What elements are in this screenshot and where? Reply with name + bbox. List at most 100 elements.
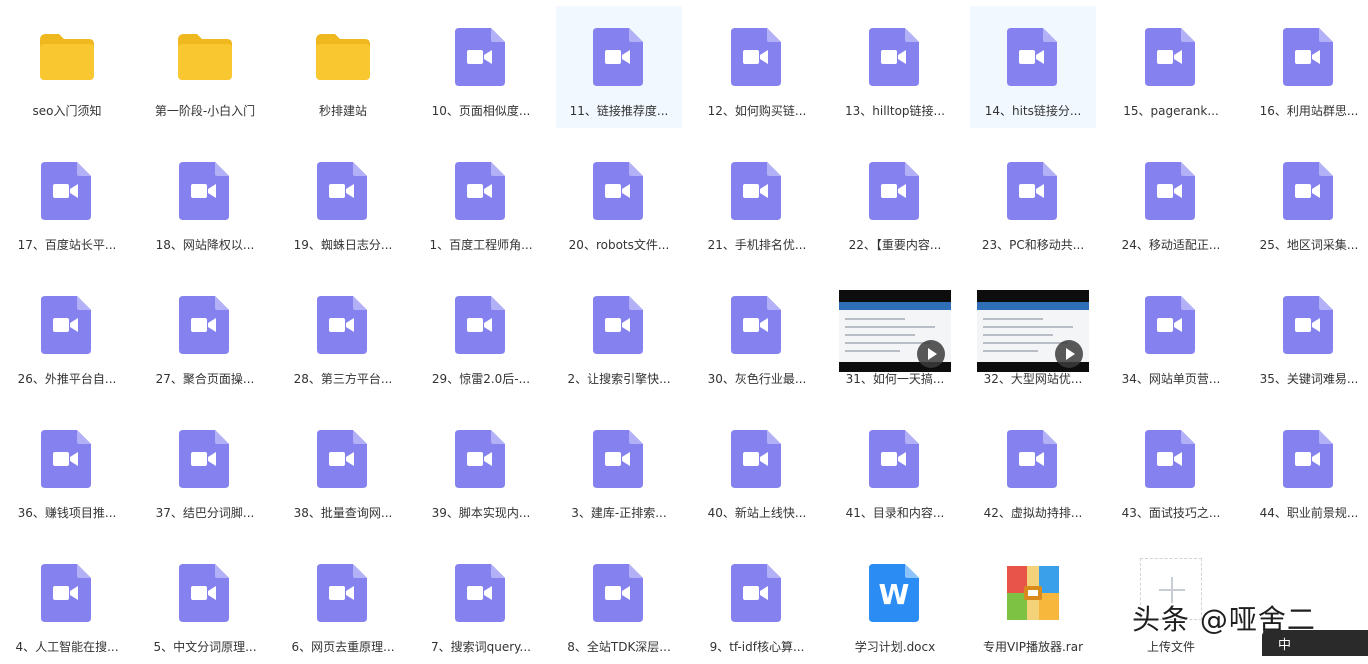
file-tile[interactable]: 39、脚本实现内... xyxy=(418,408,544,530)
file-name-label: 22、【重要内容... xyxy=(848,238,942,252)
file-tile[interactable]: 28、第三方平台... xyxy=(280,274,406,396)
file-tile[interactable]: 41、目录和内容... xyxy=(832,408,958,530)
file-tile[interactable]: 14、hits链接分... xyxy=(970,6,1096,128)
file-tile[interactable]: 20、robots文件... xyxy=(556,140,682,262)
file-tile[interactable]: 23、PC和移动共... xyxy=(970,140,1096,262)
file-tile[interactable]: 43、面试技巧之... xyxy=(1108,408,1234,530)
file-name-label: 17、百度站长平... xyxy=(17,238,117,252)
file-name-label: 14、hits链接分... xyxy=(984,104,1082,118)
file-tile[interactable]: 26、外推平台自... xyxy=(4,274,130,396)
file-tile[interactable]: 36、赚钱项目推... xyxy=(4,408,130,530)
video-file-icon xyxy=(1003,428,1063,490)
file-tile[interactable]: 22、【重要内容... xyxy=(832,140,958,262)
video-file-icon xyxy=(727,562,787,624)
file-tile[interactable]: 21、手机排名优... xyxy=(694,140,820,262)
file-tile[interactable]: 4、人工智能在搜... xyxy=(4,542,130,664)
file-tile[interactable]: 17、百度站长平... xyxy=(4,140,130,262)
folder-icon xyxy=(175,26,235,88)
file-tile[interactable]: 13、hilltop链接... xyxy=(832,6,958,128)
video-file-icon xyxy=(727,294,787,356)
file-name-label: 1、百度工程师角... xyxy=(429,238,533,252)
file-name-label: 16、利用站群思... xyxy=(1259,104,1359,118)
file-name-label: 30、灰色行业最... xyxy=(707,372,807,386)
file-tile[interactable]: 9、tf-idf核心算... xyxy=(694,542,820,664)
video-file-icon xyxy=(1279,428,1339,490)
file-tile[interactable]: 38、批量查询网... xyxy=(280,408,406,530)
video-file-icon xyxy=(1141,428,1201,490)
video-file-icon xyxy=(451,26,511,88)
file-tile[interactable]: 7、搜索词query... xyxy=(418,542,544,664)
file-tile[interactable]: 15、pagerank... xyxy=(1108,6,1234,128)
video-file-icon xyxy=(37,160,97,222)
file-name-label: 7、搜索词query... xyxy=(430,640,531,654)
file-tile[interactable]: 18、网站降权以... xyxy=(142,140,268,262)
file-name-label: 11、链接推荐度... xyxy=(569,104,669,118)
video-file-icon xyxy=(1141,294,1201,356)
video-file-icon xyxy=(865,428,925,490)
file-name-label: 专用VIP播放器.rar xyxy=(982,640,1084,654)
file-tile[interactable]: 37、结巴分词脚... xyxy=(142,408,268,530)
video-file-icon xyxy=(589,160,649,222)
file-tile[interactable]: 6、网页去重原理... xyxy=(280,542,406,664)
file-tile[interactable]: 秒排建站 xyxy=(280,6,406,128)
ime-badge[interactable]: 中 xyxy=(1262,630,1368,656)
file-tile[interactable]: 2、让搜索引擎快... xyxy=(556,274,682,396)
file-tile[interactable]: 34、网站单页营... xyxy=(1108,274,1234,396)
file-name-label: 29、惊雷2.0后-... xyxy=(431,372,531,386)
file-name-label: 5、中文分词原理... xyxy=(153,640,257,654)
file-name-label: 18、网站降权以... xyxy=(155,238,255,252)
file-name-label: 20、robots文件... xyxy=(568,238,670,252)
file-name-label: 42、虚拟劫持排... xyxy=(983,506,1083,520)
file-tile[interactable]: 11、链接推荐度... xyxy=(556,6,682,128)
file-tile[interactable]: 12、如何购买链... xyxy=(694,6,820,128)
file-tile[interactable]: 1、百度工程师角... xyxy=(418,140,544,262)
file-tile[interactable]: 第一阶段-小白入门 xyxy=(142,6,268,128)
video-file-icon xyxy=(1141,26,1201,88)
video-file-icon xyxy=(313,428,373,490)
video-file-icon xyxy=(727,428,787,490)
file-name-label: 15、pagerank... xyxy=(1123,104,1219,118)
file-name-label: 24、移动适配正... xyxy=(1121,238,1221,252)
file-name-label: 8、全站TDK深层... xyxy=(567,640,671,654)
file-tile[interactable]: 25、地区词采集... xyxy=(1246,140,1368,262)
video-file-icon xyxy=(1279,160,1339,222)
video-file-icon xyxy=(727,26,787,88)
file-tile[interactable]: 10、页面相似度... xyxy=(418,6,544,128)
video-file-icon xyxy=(175,160,235,222)
file-tile[interactable]: 27、聚合页面操... xyxy=(142,274,268,396)
video-file-icon xyxy=(313,562,373,624)
file-tile[interactable]: 16、利用站群思... xyxy=(1246,6,1368,128)
file-tile[interactable]: 42、虚拟劫持排... xyxy=(970,408,1096,530)
file-tile[interactable]: 5、中文分词原理... xyxy=(142,542,268,664)
video-file-icon xyxy=(37,562,97,624)
file-tile[interactable]: 专用VIP播放器.rar xyxy=(970,542,1096,664)
file-name-label: 41、目录和内容... xyxy=(845,506,945,520)
file-tile[interactable]: 30、灰色行业最... xyxy=(694,274,820,396)
file-tile[interactable]: 24、移动适配正... xyxy=(1108,140,1234,262)
file-tile[interactable]: 19、蜘蛛日志分... xyxy=(280,140,406,262)
file-name-label: 12、如何购买链... xyxy=(707,104,807,118)
play-icon[interactable] xyxy=(917,340,945,368)
file-name-label: 19、蜘蛛日志分... xyxy=(293,238,393,252)
file-tile[interactable]: 8、全站TDK深层... xyxy=(556,542,682,664)
video-file-icon xyxy=(1279,294,1339,356)
file-tile[interactable]: 29、惊雷2.0后-... xyxy=(418,274,544,396)
file-tile[interactable]: seo入门须知 xyxy=(4,6,130,128)
file-tile[interactable]: 31、如何一天搞... xyxy=(832,274,958,396)
file-tile[interactable]: 40、新站上线快... xyxy=(694,408,820,530)
file-name-label: 第一阶段-小白入门 xyxy=(154,104,256,118)
file-tile[interactable]: 44、职业前景规... xyxy=(1246,408,1368,530)
video-file-icon xyxy=(865,160,925,222)
video-file-icon xyxy=(727,160,787,222)
file-tile[interactable]: 3、建库-正排索... xyxy=(556,408,682,530)
file-name-label: 39、脚本实现内... xyxy=(431,506,531,520)
file-tile[interactable]: 32、大型网站优... xyxy=(970,274,1096,396)
file-tile[interactable]: W 学习计划.docx xyxy=(832,542,958,664)
file-name-label: 44、职业前景规... xyxy=(1259,506,1359,520)
video-file-icon xyxy=(589,26,649,88)
video-file-icon xyxy=(175,562,235,624)
file-tile[interactable]: 35、关键词难易... xyxy=(1246,274,1368,396)
video-file-icon xyxy=(451,428,511,490)
play-icon[interactable] xyxy=(1055,340,1083,368)
video-file-icon xyxy=(37,428,97,490)
